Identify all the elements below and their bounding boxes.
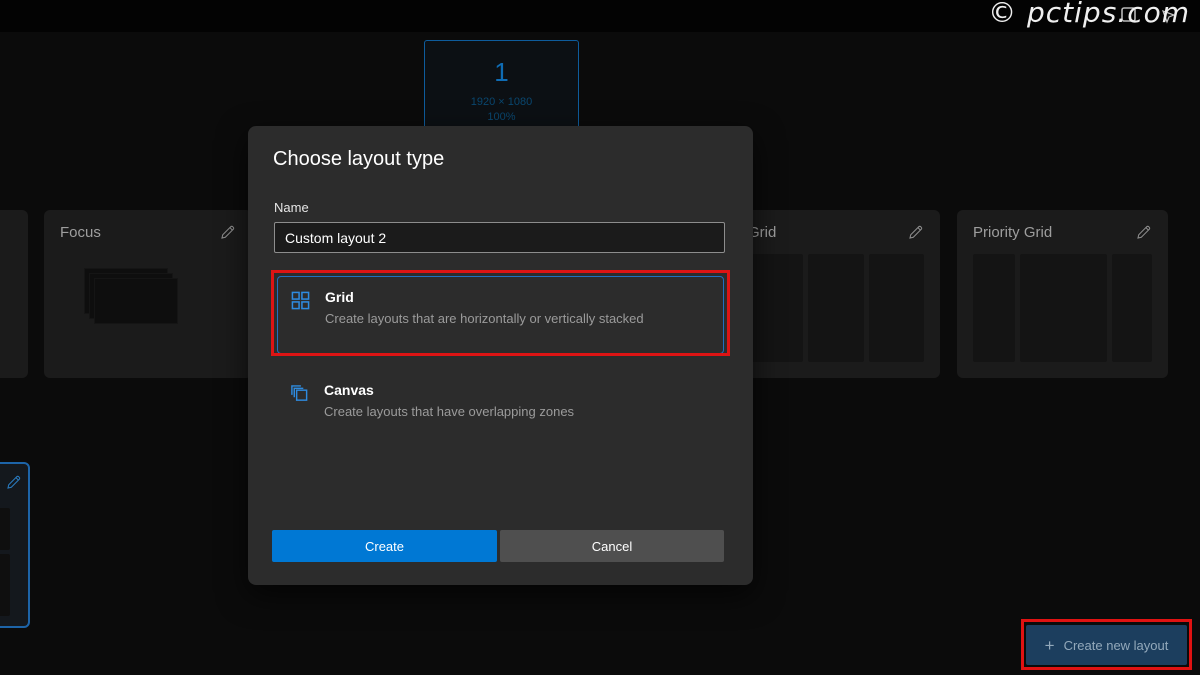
edit-pencil-icon[interactable] bbox=[219, 224, 236, 241]
layout-card-focus[interactable]: Focus bbox=[44, 210, 252, 378]
option-canvas-description: Create layouts that have overlapping zon… bbox=[324, 404, 574, 419]
edit-pencil-icon[interactable] bbox=[907, 224, 924, 241]
layout-card-title: Focus bbox=[60, 224, 101, 241]
option-canvas-title: Canvas bbox=[324, 382, 574, 398]
option-grid-title: Grid bbox=[325, 289, 644, 305]
zone bbox=[0, 508, 10, 550]
layout-name-input[interactable] bbox=[274, 222, 725, 253]
focus-zones-preview bbox=[60, 254, 236, 362]
create-button[interactable]: Create bbox=[272, 530, 497, 562]
zone bbox=[1112, 254, 1152, 362]
zone bbox=[748, 254, 803, 362]
zone bbox=[869, 254, 924, 362]
canvas-icon bbox=[290, 384, 309, 403]
monitor-scaling: 100% bbox=[425, 111, 578, 123]
option-grid-description: Create layouts that are horizontally or … bbox=[325, 311, 644, 326]
grid-icon bbox=[291, 291, 310, 310]
watermark-text: © pctips.com bbox=[988, 0, 1190, 29]
layout-card-partial[interactable] bbox=[0, 210, 28, 378]
zone bbox=[808, 254, 863, 362]
dialog-title: Choose layout type bbox=[273, 148, 444, 171]
option-grid[interactable]: Grid Create layouts that are horizontall… bbox=[277, 276, 724, 354]
zone bbox=[0, 554, 10, 616]
zone bbox=[973, 254, 1015, 362]
focus-zone bbox=[94, 278, 178, 324]
layout-card-custom-selected[interactable] bbox=[0, 462, 30, 628]
monitor-number: 1 bbox=[425, 57, 578, 88]
option-canvas[interactable]: Canvas Create layouts that have overlapp… bbox=[277, 376, 724, 446]
create-new-layout-button[interactable]: + Create new layout bbox=[1026, 625, 1187, 665]
grid-zones-preview bbox=[748, 254, 924, 362]
cancel-button[interactable]: Cancel bbox=[500, 530, 724, 562]
plus-icon: + bbox=[1045, 637, 1055, 654]
priority-grid-zones-preview bbox=[973, 254, 1152, 362]
top-bar: © pctips.com bbox=[0, 0, 1200, 32]
monitor-resolution: 1920 × 1080 bbox=[425, 96, 578, 108]
layout-card-priority-grid[interactable]: Priority Grid bbox=[957, 210, 1168, 378]
edit-pencil-icon[interactable] bbox=[1135, 224, 1152, 241]
edit-pencil-icon[interactable] bbox=[5, 474, 22, 491]
layout-card-grid[interactable]: Grid bbox=[732, 210, 940, 378]
choose-layout-type-dialog: Choose layout type Name Grid Create layo… bbox=[248, 126, 753, 585]
name-label: Name bbox=[274, 200, 309, 215]
layout-card-title: Priority Grid bbox=[973, 224, 1052, 241]
create-new-layout-label: Create new layout bbox=[1064, 638, 1169, 653]
zone bbox=[1020, 254, 1107, 362]
